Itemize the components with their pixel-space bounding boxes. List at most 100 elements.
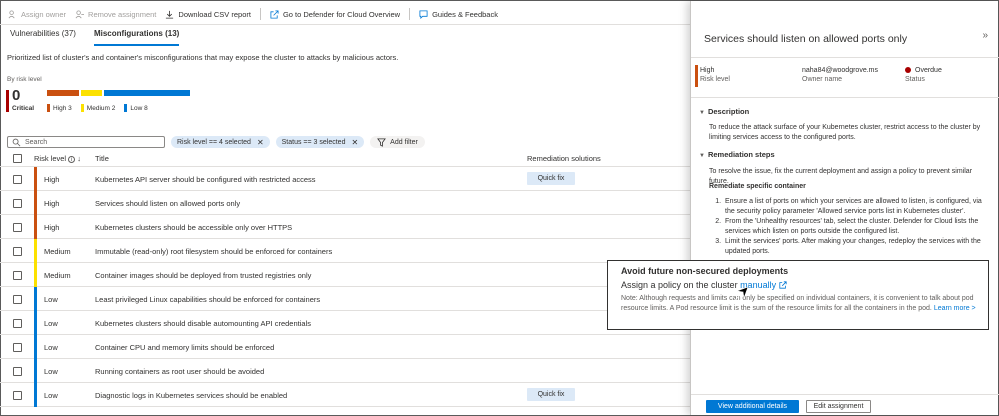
risk-level-filter-pill[interactable]: Risk level == 4 selected ✕ bbox=[171, 136, 270, 148]
external-link-icon bbox=[270, 9, 279, 19]
risk-indicator bbox=[695, 65, 698, 87]
title-cell: Immutable (read-only) root filesystem sh… bbox=[95, 247, 333, 256]
tab-vulnerabilities[interactable]: Vulnerabilities (37) bbox=[10, 29, 76, 46]
severity-indicator bbox=[34, 311, 37, 335]
table-row[interactable]: Low Diagnostic logs in Kubernetes servic… bbox=[0, 383, 690, 407]
owner-value: naha84@woodgrove.ms bbox=[802, 67, 878, 74]
feedback-icon bbox=[419, 9, 428, 19]
row-checkbox[interactable] bbox=[13, 223, 22, 232]
column-header-title[interactable]: Title bbox=[95, 154, 109, 163]
distribution-segment-low bbox=[104, 90, 190, 96]
panel-owner-meta: naha84@woodgrove.ms Owner name bbox=[802, 67, 878, 83]
row-checkbox[interactable] bbox=[13, 247, 22, 256]
column-header-remediation[interactable]: Remediation solutions bbox=[527, 154, 601, 163]
toolbar-divider bbox=[409, 8, 411, 20]
title-cell: Running containers as root user should b… bbox=[95, 367, 265, 376]
assign-owner-button[interactable]: Assign owner bbox=[8, 10, 66, 19]
by-risk-label: By risk level bbox=[7, 76, 42, 83]
row-checkbox[interactable] bbox=[13, 319, 22, 328]
title-cell: Services should listen on allowed ports … bbox=[95, 199, 241, 208]
go-to-defender-button[interactable]: Go to Defender for Cloud Overview bbox=[270, 10, 400, 19]
collapse-panel-icon[interactable]: » bbox=[982, 30, 988, 41]
column-header-risk[interactable]: Risk level i ↓ bbox=[34, 154, 81, 163]
details-panel: Services should listen on allowed ports … bbox=[690, 1, 999, 415]
table-row[interactable]: Medium Immutable (read-only) root filesy… bbox=[0, 239, 690, 263]
legend-swatch bbox=[47, 104, 50, 112]
remediation-step: Ensure a list of ports on which your ser… bbox=[723, 197, 991, 217]
add-filter-button[interactable]: Add filter bbox=[370, 136, 425, 148]
severity-indicator bbox=[34, 287, 37, 311]
guides-feedback-label: Guides & Feedback bbox=[432, 9, 498, 19]
critical-count: 0 bbox=[12, 87, 21, 104]
legend-label: High 3 bbox=[53, 104, 72, 112]
quick-fix-button[interactable]: Quick fix bbox=[527, 388, 575, 401]
legend-medium: Medium 2 bbox=[80, 104, 115, 112]
legend-swatch bbox=[80, 104, 84, 112]
risk-level-cell: High bbox=[44, 199, 60, 208]
chevron-down-icon: ▼ bbox=[699, 153, 705, 159]
table-row[interactable]: High Kubernetes clusters should be acces… bbox=[0, 215, 690, 239]
table-row[interactable]: Low Kubernetes clusters should disable a… bbox=[0, 311, 690, 335]
legend-high: High 3 bbox=[47, 104, 72, 112]
panel-divider bbox=[691, 57, 999, 58]
person-remove-icon bbox=[75, 9, 85, 19]
row-checkbox[interactable] bbox=[13, 295, 22, 304]
owner-key: Owner name bbox=[802, 76, 843, 83]
severity-indicator bbox=[34, 359, 37, 383]
severity-indicator bbox=[34, 383, 37, 407]
edit-assignment-button[interactable]: Edit assignment bbox=[806, 400, 871, 413]
row-checkbox[interactable] bbox=[13, 199, 22, 208]
quick-fix-button[interactable]: Quick fix bbox=[527, 172, 575, 185]
row-checkbox[interactable] bbox=[13, 175, 22, 184]
view-additional-details-button[interactable]: View additional details bbox=[706, 400, 799, 413]
close-icon[interactable]: ✕ bbox=[351, 138, 358, 147]
status-key: Status bbox=[905, 76, 925, 83]
risk-distribution-bar bbox=[47, 90, 190, 96]
legend-label: Low 8 bbox=[130, 104, 148, 112]
remediation-step: From the 'Unhealthy resources' tab, sele… bbox=[723, 217, 991, 237]
severity-indicator bbox=[34, 263, 37, 287]
risk-level-cell: Medium bbox=[44, 271, 71, 280]
critical-indicator bbox=[6, 90, 9, 112]
person-add-icon bbox=[8, 9, 17, 19]
download-csv-button[interactable]: Download CSV report bbox=[165, 10, 251, 19]
row-checkbox[interactable] bbox=[13, 367, 22, 376]
table-row[interactable]: Low Container CPU and memory limits shou… bbox=[0, 335, 690, 359]
table-row[interactable]: High Services should listen on allowed p… bbox=[0, 191, 690, 215]
guides-feedback-button[interactable]: Guides & Feedback bbox=[419, 10, 498, 19]
callout-heading: Avoid future non-secured deployments bbox=[621, 266, 789, 276]
severity-indicator bbox=[34, 335, 37, 359]
download-icon bbox=[165, 10, 174, 19]
risk-value: High bbox=[700, 67, 715, 74]
learn-more-link[interactable]: Learn more > bbox=[934, 305, 976, 312]
status-filter-pill[interactable]: Status == 3 selected ✕ bbox=[275, 136, 365, 148]
risk-filter-label: Risk level == 4 selected bbox=[177, 138, 251, 146]
row-checkbox[interactable] bbox=[13, 271, 22, 280]
table-row[interactable]: High Kubernetes API server should be con… bbox=[0, 167, 690, 191]
severity-indicator bbox=[34, 239, 37, 263]
table-row[interactable]: Low Least privileged Linux capabilities … bbox=[0, 287, 690, 311]
select-all-checkbox[interactable] bbox=[13, 154, 22, 163]
remediation-heading: Remediation steps bbox=[707, 150, 775, 159]
remove-assignment-button[interactable]: Remove assignment bbox=[75, 10, 156, 19]
table-row[interactable]: Medium Container images should be deploy… bbox=[0, 263, 690, 287]
remediation-steps-list: Ensure a list of ports on which your ser… bbox=[723, 197, 991, 257]
tab-misconfigurations[interactable]: Misconfigurations (13) bbox=[93, 29, 180, 46]
risk-level-cell: Low bbox=[44, 343, 58, 352]
risk-level-cell: Medium bbox=[44, 247, 71, 256]
severity-indicator bbox=[34, 167, 37, 191]
legend-low: Low 8 bbox=[124, 104, 148, 112]
critical-label: Critical bbox=[12, 105, 35, 112]
table-row[interactable]: Low Running containers as root user shou… bbox=[0, 359, 690, 383]
remediation-section-toggle[interactable]: ▼ Remediation steps bbox=[699, 150, 775, 159]
title-cell: Kubernetes clusters should be accessible… bbox=[95, 223, 293, 232]
search-input[interactable]: Search bbox=[7, 136, 165, 148]
status-value: Overdue bbox=[915, 67, 942, 74]
add-filter-label: Add filter bbox=[390, 138, 418, 146]
risk-level-cell: Low bbox=[44, 391, 58, 400]
filter-bar: Search Risk level == 4 selected ✕ Status… bbox=[7, 136, 425, 148]
row-checkbox[interactable] bbox=[13, 391, 22, 400]
description-section-toggle[interactable]: ▼ Description bbox=[699, 107, 749, 116]
close-icon[interactable]: ✕ bbox=[257, 138, 264, 147]
row-checkbox[interactable] bbox=[13, 343, 22, 352]
